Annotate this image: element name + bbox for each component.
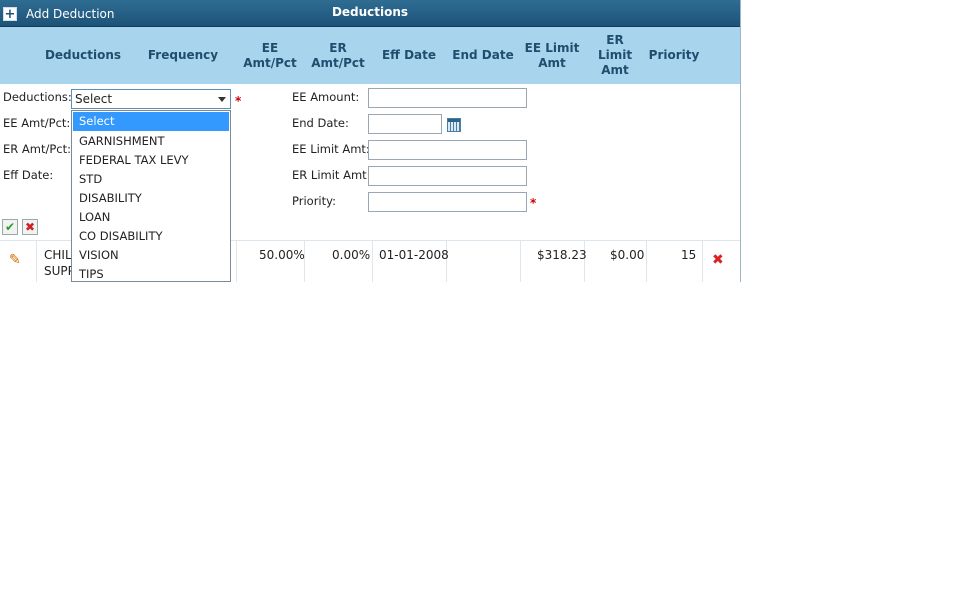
row-ee-limit: $318.23: [537, 248, 587, 262]
row-divider: [520, 240, 521, 282]
col-ee-amt[interactable]: EE Amt/Pct: [236, 27, 304, 84]
titlebar: + Add Deduction Deductions: [0, 0, 740, 27]
table-header: Deductions Frequency EE Amt/Pct ER Amt/P…: [0, 27, 740, 85]
row-divider: [646, 240, 647, 282]
row-er-limit: $0.00: [610, 248, 645, 262]
col-priority[interactable]: Priority: [646, 27, 702, 84]
deductions-select[interactable]: Select: [71, 89, 231, 109]
row-divider: [236, 240, 237, 282]
priority-input[interactable]: [368, 192, 527, 212]
ee-amount-label: EE Amount:: [292, 90, 360, 104]
col-frequency[interactable]: Frequency: [138, 27, 228, 84]
delete-icon[interactable]: ✖: [712, 252, 724, 268]
pencil-icon[interactable]: ✎: [9, 252, 21, 268]
dropdown-option[interactable]: VISION: [72, 246, 230, 265]
panel-title: Deductions: [331, 5, 409, 19]
deductions-label: Deductions:: [3, 90, 72, 104]
priority-required-mark: *: [530, 196, 537, 210]
row-ee-amt: 50.00%: [259, 248, 305, 262]
col-er-limit[interactable]: ER Limit Amt: [584, 27, 646, 84]
dropdown-option[interactable]: LOAN: [72, 208, 230, 227]
er-limit-label: ER Limit Amt:: [292, 168, 371, 182]
col-deductions[interactable]: Deductions: [38, 27, 128, 84]
end-date-input[interactable]: [368, 114, 442, 134]
check-icon[interactable]: ✔: [2, 219, 18, 235]
er-limit-input[interactable]: [368, 166, 527, 186]
dropdown-option[interactable]: Select: [73, 112, 229, 131]
row-divider: [372, 240, 373, 282]
deductions-dropdown-list: Select GARNISHMENT FEDERAL TAX LEVY STD …: [71, 110, 231, 282]
eff-date-label: Eff Date:: [3, 168, 54, 182]
col-end-date[interactable]: End Date: [446, 27, 520, 84]
ee-limit-label: EE Limit Amt:: [292, 142, 370, 156]
ee-amount-input[interactable]: [368, 88, 527, 108]
chevron-down-icon: [218, 97, 226, 102]
end-date-label: End Date:: [292, 116, 349, 130]
col-ee-limit[interactable]: EE Limit Amt: [520, 27, 584, 84]
col-eff-date[interactable]: Eff Date: [372, 27, 446, 84]
dropdown-option[interactable]: CO DISABILITY: [72, 227, 230, 246]
dropdown-option[interactable]: DISABILITY: [72, 189, 230, 208]
ee-amt-label: EE Amt/Pct:: [3, 116, 71, 130]
dropdown-option[interactable]: FEDERAL TAX LEVY: [72, 151, 230, 170]
calendar-icon[interactable]: [447, 118, 461, 132]
dropdown-option[interactable]: GARNISHMENT: [72, 132, 230, 151]
row-eff-date: 01-01-2008: [379, 248, 449, 262]
col-er-amt[interactable]: ER Amt/Pct: [304, 27, 372, 84]
priority-label: Priority:: [292, 194, 336, 208]
deductions-select-value: Select: [75, 92, 113, 106]
row-divider: [36, 240, 37, 282]
deductions-required-mark: *: [235, 94, 242, 108]
row-divider: [702, 240, 703, 282]
row-deduction-line1: CHIL: [44, 248, 72, 262]
deductions-panel: + Add Deduction Deductions Deductions Fr…: [0, 0, 741, 282]
ee-limit-input[interactable]: [368, 140, 527, 160]
row-priority: 15: [681, 248, 697, 262]
dropdown-option[interactable]: TIPS: [72, 265, 230, 284]
row-er-amt: 0.00%: [332, 248, 371, 262]
close-icon[interactable]: ✖: [22, 219, 38, 235]
er-amt-label: ER Amt/Pct:: [3, 142, 72, 156]
dropdown-option[interactable]: STD: [72, 170, 230, 189]
